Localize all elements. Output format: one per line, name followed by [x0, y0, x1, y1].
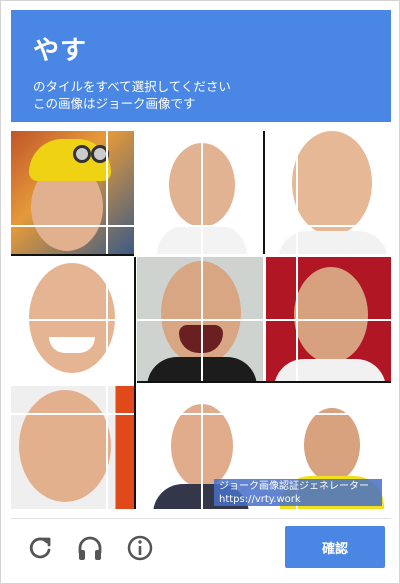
footer-divider: [11, 518, 391, 519]
captcha-instructions: のタイルをすべて選択してください この画像はジョーク画像です: [33, 78, 391, 112]
headphones-icon[interactable]: [75, 533, 105, 563]
grid-border: [11, 254, 134, 256]
grid-divider: [296, 131, 298, 509]
grid-border: [134, 257, 136, 509]
image-tile[interactable]: [266, 131, 391, 254]
instruction-line-1: のタイルをすべて選択してください: [33, 79, 231, 94]
grid-border: [137, 381, 391, 383]
grid-divider: [106, 131, 108, 509]
reload-icon[interactable]: [25, 533, 55, 563]
captcha-header: やす のタイルをすべて選択してください この画像はジョーク画像です: [11, 10, 391, 122]
captcha-widget: やす のタイルをすべて選択してください この画像はジョーク画像です ジョーク画像…: [0, 0, 400, 584]
watermark: ジョーク画像認証ジェネレーター https://vrty.work: [214, 479, 382, 506]
captcha-target-name: やす: [33, 36, 88, 66]
grid-divider: [201, 131, 203, 509]
info-icon[interactable]: [125, 533, 155, 563]
watermark-title: ジョーク画像認証ジェネレーター: [219, 481, 369, 492]
watermark-url: https://vrty.work: [219, 494, 301, 505]
instruction-line-2: この画像はジョーク画像です: [33, 96, 196, 111]
grid-border: [263, 131, 265, 254]
image-tile[interactable]: [137, 131, 263, 254]
image-tile[interactable]: [11, 131, 134, 254]
verify-button[interactable]: 確認: [285, 526, 385, 568]
image-tile[interactable]: [11, 386, 134, 509]
image-tile-grid: [11, 131, 391, 509]
